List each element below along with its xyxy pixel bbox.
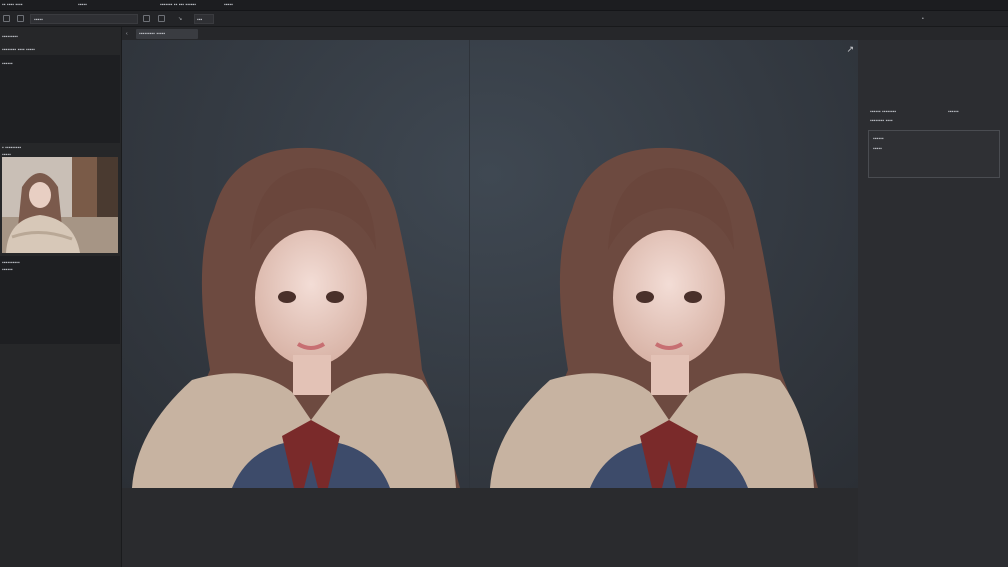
tool-indicator: ↘ (178, 16, 183, 22)
tab-label: ▪▪▪▪▪▪▪▪▪ ▪▪▪▪▪ (139, 31, 166, 37)
section2-box[interactable]: ▪▪▪▪▪▪▪▪▪▪ ▪▪▪▪▪▪ (0, 256, 120, 344)
section2-title: ▪ ▪▪▪▪▪▪▪▪▪ (2, 145, 22, 151)
right-panel: ▪▪▪▪▪▪ ▪▪▪▪▪▪▪▪ ▪▪▪▪▪▪ ▪▪▪▪▪▪▪▪ ▪▪▪▪ ▪▪▪… (858, 40, 1008, 567)
layers-icon[interactable] (17, 15, 24, 22)
bottom-area (122, 488, 858, 567)
toolbar: ▪▪▪▪▪ ↘ ▪▪▪ • (0, 11, 1008, 27)
thumbnail-image (2, 157, 118, 253)
properties-box[interactable]: ▪▪▪▪▪▪ ▪▪▪▪▪ (868, 130, 1000, 178)
tab-arrow-icon[interactable]: ‹ (126, 31, 128, 37)
compare-divider[interactable] (469, 40, 470, 488)
zoom-field-text: ▪▪▪ (197, 17, 203, 23)
menu-item-file[interactable]: ▪▪ ▪▪▪▪ ▪▪▪▪ (2, 2, 23, 8)
properties-subtitle: ▪▪▪▪▪▪▪▪ ▪▪▪▪ (870, 118, 893, 124)
section1-title: ▪▪▪▪▪▪▪▪▪ (2, 34, 18, 40)
search-field[interactable]: ▪▪▪▪▪ (30, 14, 138, 24)
arrow-expand-icon[interactable]: ↗ (846, 44, 854, 55)
thumbnail-caption-2: ▪▪▪▪▪▪ (2, 267, 13, 273)
section1-item: ▪▪▪▪▪▪ (2, 61, 13, 67)
menu-item-view[interactable]: ▪▪▪▪▪▪▪ ▪▪ ▪▪▪ ▪▪▪▪▪▪ (160, 2, 196, 8)
dot-icon: • (922, 16, 924, 22)
properties-line1: ▪▪▪▪▪▪ (873, 136, 884, 142)
grid-icon[interactable] (143, 15, 150, 22)
left-panel: ▪▪▪▪▪▪▪▪▪ ▪▪▪▪▪▪▪▪ ▪▪▪▪ ▪▪▪▪▪ ▪▪▪▪▪▪ ▪ ▪… (0, 27, 122, 567)
menu-item-help[interactable]: ▪▪▪▪▪ (224, 2, 233, 8)
portrait-right (490, 147, 818, 488)
portrait-left (132, 147, 460, 488)
image-thumbnail[interactable] (2, 157, 118, 253)
properties-title: ▪▪▪▪▪▪ ▪▪▪▪▪▪▪▪ (870, 109, 897, 115)
properties-title-value: ▪▪▪▪▪▪ (948, 109, 959, 115)
thumbnail-caption: ▪▪▪▪▪▪▪▪▪▪ (2, 260, 20, 266)
properties-line2: ▪▪▪▪▪ (873, 146, 882, 152)
home-icon[interactable] (3, 15, 10, 22)
search-field-text: ▪▪▪▪▪ (34, 17, 43, 23)
tab-bar: ‹ ▪▪▪▪▪▪▪▪▪ ▪▪▪▪▪ (122, 27, 1008, 40)
zoom-field[interactable]: ▪▪▪ (194, 14, 214, 24)
menu-item-edit[interactable]: ▪▪▪▪▪ (78, 2, 87, 8)
section1-box[interactable]: ▪▪▪▪▪▪ (0, 55, 120, 143)
image-canvas[interactable]: ↗ (122, 40, 858, 488)
section1-subtitle: ▪▪▪▪▪▪▪▪ ▪▪▪▪ ▪▪▪▪▪ (2, 47, 35, 53)
frame-icon[interactable] (158, 15, 165, 22)
menu-bar: ▪▪ ▪▪▪▪ ▪▪▪▪ ▪▪▪▪▪ ▪▪▪▪▪▪▪ ▪▪ ▪▪▪ ▪▪▪▪▪▪… (0, 0, 1008, 11)
tab-image[interactable]: ▪▪▪▪▪▪▪▪▪ ▪▪▪▪▪ (136, 29, 198, 39)
